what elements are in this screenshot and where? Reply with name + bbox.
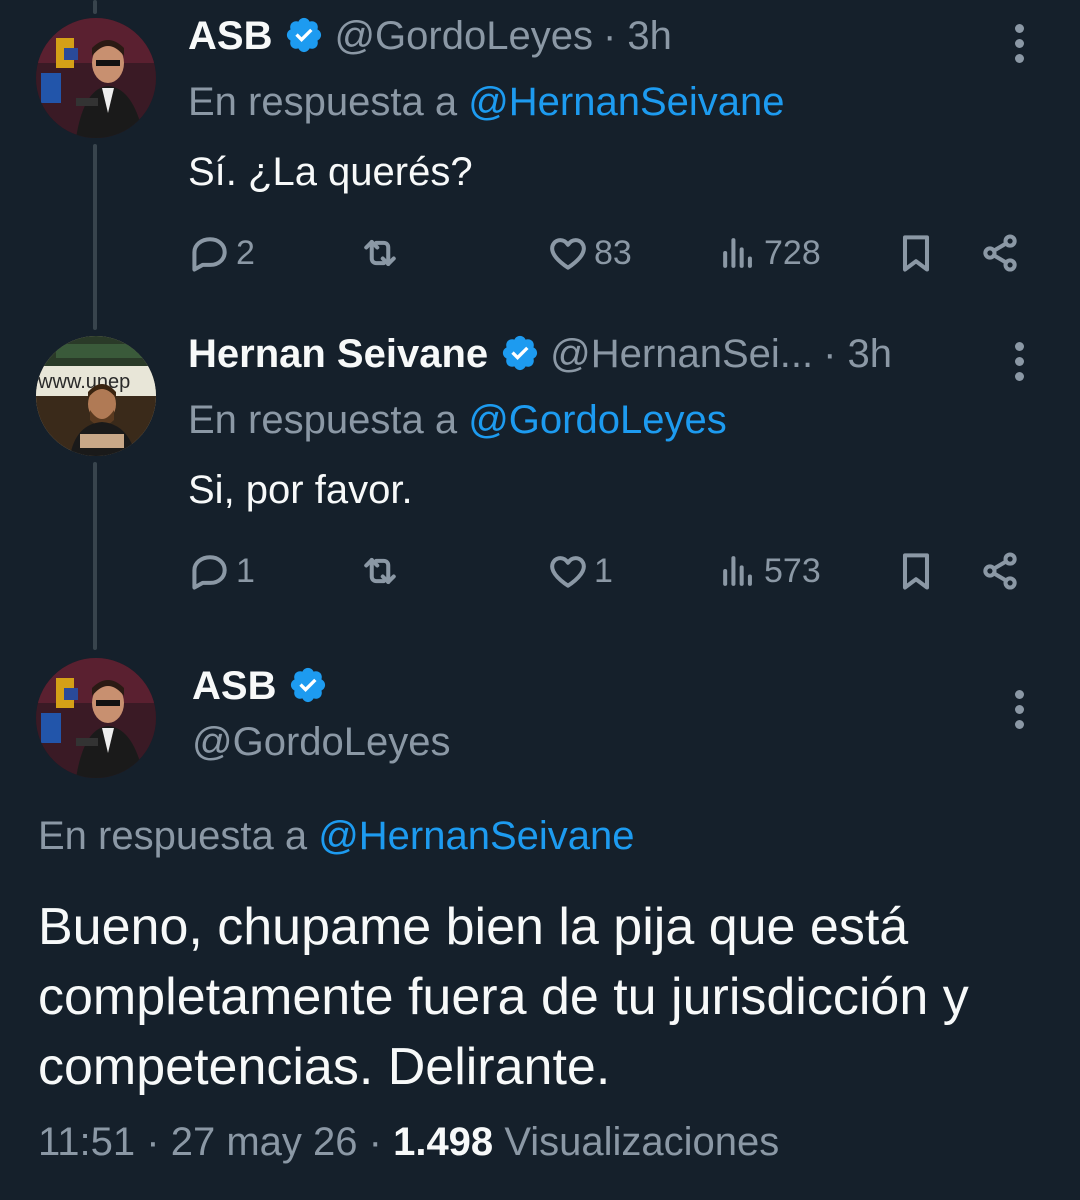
main-tweet-text: Bueno, chupame bien la pija que está com… [38, 898, 969, 1096]
reply-mention-link[interactable]: @HernanSeivane [318, 814, 634, 858]
views-count: 1.498 [393, 1120, 494, 1164]
like-count: 1 [594, 551, 613, 590]
separator: · [146, 1120, 160, 1164]
views-icon [723, 238, 752, 268]
share-icon [983, 234, 1017, 272]
bookmark-button[interactable] [894, 546, 938, 596]
tweet-author-name[interactable]: Hernan Seivane [188, 332, 488, 376]
like-icon [550, 238, 586, 270]
main-tweet-name-row: ASB [192, 664, 338, 709]
more-icon[interactable] [1015, 342, 1025, 387]
reply-icon [192, 237, 227, 272]
views-button[interactable]: 728 [716, 228, 821, 278]
retweet-button[interactable] [358, 228, 402, 278]
tweet-author-handle[interactable]: @GordoLeyes [192, 720, 451, 765]
retweet-button[interactable] [358, 546, 402, 596]
reply-prefix: En respuesta a [188, 398, 469, 442]
tweet-time[interactable]: 11:51 [38, 1120, 135, 1164]
thread-line-2 [93, 462, 97, 650]
verified-badge-icon [288, 665, 328, 705]
tweet-author-handle[interactable]: @HernanSei... [550, 332, 813, 376]
reply-mention-link[interactable]: @GordoLeyes [468, 398, 727, 442]
reply-prefix: En respuesta a [38, 814, 319, 858]
bookmark-button[interactable] [894, 228, 938, 278]
share-button[interactable] [978, 228, 1022, 278]
more-icon[interactable] [1015, 24, 1025, 69]
retweet-icon [364, 239, 396, 267]
tweet-text: Si, por favor. [188, 468, 413, 512]
like-button[interactable]: 83 [546, 228, 632, 278]
avatar[interactable]: www.unep [36, 336, 156, 456]
tweet-author-handle[interactable]: @GordoLeyes [334, 14, 593, 58]
thread-line-top [93, 0, 97, 14]
share-button[interactable] [978, 546, 1022, 596]
reply-icon [192, 555, 227, 590]
tweet-2-actions: 1 1 573 [188, 546, 1028, 596]
separator: · [368, 1120, 382, 1164]
tweet-author-name[interactable]: ASB [188, 14, 272, 58]
reply-to-line: En respuesta a @HernanSeivane [188, 80, 785, 125]
tweet-text: Sí. ¿La querés? [188, 150, 473, 194]
reply-mention-link[interactable]: @HernanSeivane [468, 80, 784, 124]
views-count: 573 [764, 551, 821, 590]
bookmark-icon [902, 235, 930, 272]
tweet-meta: 11:51 · 27 may 26 · 1.498 Visualizacione… [38, 1120, 779, 1165]
reply-prefix: En respuesta a [188, 80, 469, 124]
reply-count: 1 [236, 551, 255, 590]
like-icon [550, 556, 586, 588]
views-button[interactable]: 573 [716, 546, 821, 596]
views-icon [723, 556, 752, 586]
like-button[interactable]: 1 [546, 546, 613, 596]
avatar[interactable] [36, 658, 156, 778]
reply-button[interactable]: 1 [188, 546, 255, 596]
more-icon[interactable] [1015, 690, 1025, 735]
tweet-date[interactable]: 27 may 26 [171, 1120, 358, 1164]
reply-to-line: En respuesta a @HernanSeivane [38, 814, 635, 859]
thread-line-1 [93, 144, 97, 330]
retweet-icon [364, 557, 396, 585]
reply-to-line: En respuesta a @GordoLeyes [188, 398, 727, 443]
avatar[interactable] [36, 18, 156, 138]
tweet-1-actions: 2 83 728 [188, 228, 1028, 278]
like-count: 83 [594, 233, 632, 272]
tweet-timestamp[interactable]: · 3h [603, 14, 672, 58]
views-count: 728 [764, 233, 821, 272]
avatar-text: www.unep [37, 371, 130, 393]
bookmark-icon [902, 553, 930, 590]
reply-count: 2 [236, 233, 255, 272]
share-icon [983, 552, 1017, 590]
verified-badge-icon [500, 333, 540, 373]
tweet-author-name[interactable]: ASB [192, 664, 276, 708]
views-label[interactable]: Visualizaciones [504, 1120, 779, 1164]
verified-badge-icon [284, 15, 324, 55]
tweet-2-header: Hernan Seivane @HernanSei... · 3h [188, 332, 892, 377]
reply-button[interactable]: 2 [188, 228, 255, 278]
tweet-timestamp[interactable]: · 3h [823, 332, 892, 376]
tweet-1-header: ASB @GordoLeyes · 3h [188, 14, 672, 59]
